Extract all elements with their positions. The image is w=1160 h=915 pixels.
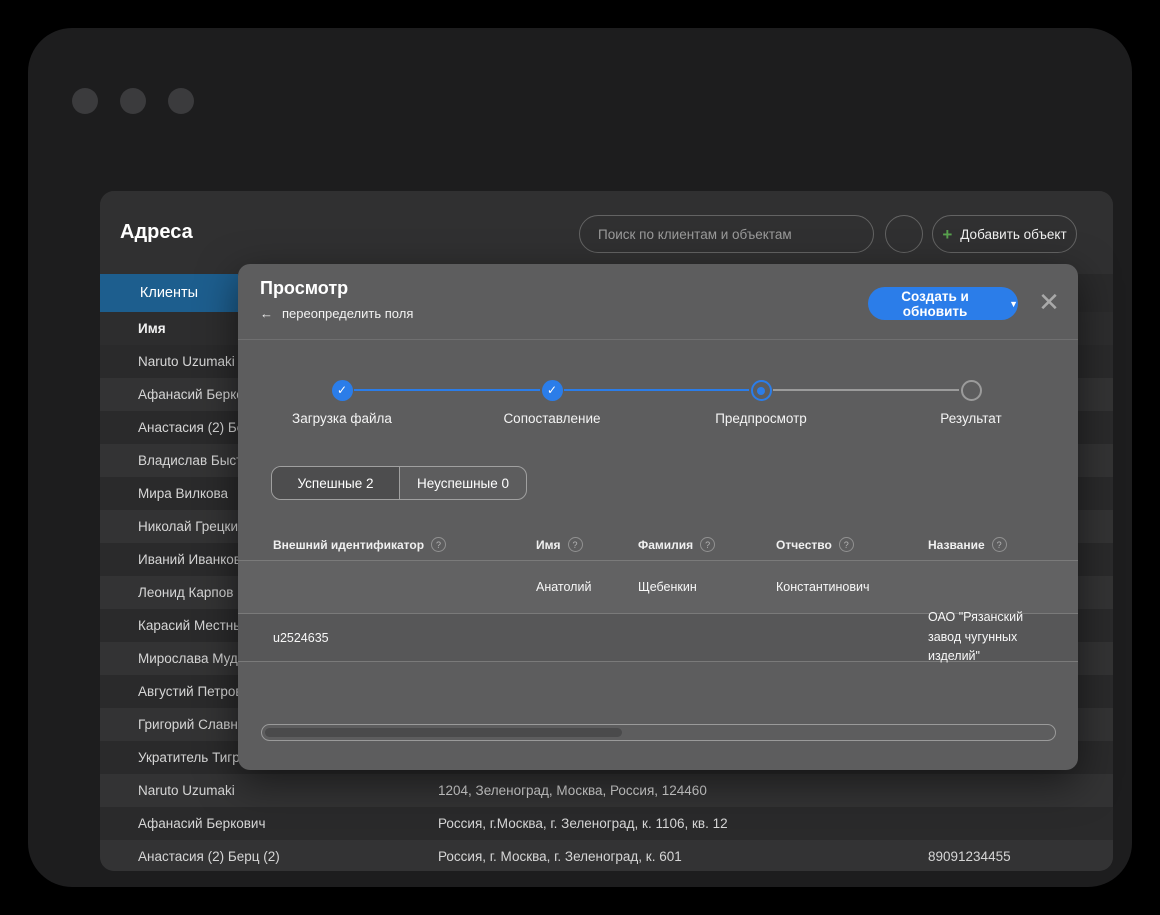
search-input[interactable]	[579, 215, 874, 253]
client-name-cell: Григорий Славны	[138, 717, 248, 732]
add-object-button[interactable]: + Добавить объект	[932, 215, 1077, 253]
help-icon[interactable]: ?	[839, 537, 854, 552]
result-tabs: Успешные 2Неуспешные 0	[271, 466, 527, 500]
back-arrow-icon: ←	[260, 306, 273, 321]
tab-successful[interactable]: Успешные 2	[272, 467, 399, 499]
preview-cell: ОАО "Рязанский завод чугунных изделий"	[928, 614, 1056, 661]
preview-column-label: Фамилия	[638, 538, 693, 552]
current-step-icon	[751, 380, 772, 401]
help-icon[interactable]: ?	[700, 537, 715, 552]
client-name-cell: Владислав Быстр	[138, 453, 250, 468]
preview-cell: Анатолий	[536, 561, 591, 613]
preview-column-label: Внешний идентификатор	[273, 538, 424, 552]
preview-column-header: Отчество?	[776, 528, 854, 561]
modal-title: Просмотр	[260, 278, 348, 299]
client-name-cell: Николай Грецкий	[138, 519, 246, 534]
client-name-cell: Укратитель Тигро	[138, 750, 247, 765]
redefine-fields-link[interactable]: ← переопределить поля	[260, 306, 413, 321]
step-label: Сопоставление	[472, 411, 632, 426]
client-name-cell: Naruto Uzumaki	[138, 354, 235, 369]
preview-table: Внешний идентификатор?Имя?Фамилия?Отчест…	[238, 528, 1078, 662]
client-name-cell: Мира Вилкова	[138, 486, 228, 501]
preview-column-header: Внешний идентификатор?	[273, 528, 446, 561]
horizontal-scrollbar[interactable]	[261, 724, 1056, 741]
window-frame: Адреса + Добавить объект Клиенты Имя Nar…	[28, 28, 1132, 887]
client-address-cell: Россия, г. Москва, г. Зеленоград, к. 601	[438, 849, 682, 864]
client-name-cell: Леонид Карпов	[138, 585, 233, 600]
step-label: Предпросмотр	[681, 411, 841, 426]
wizard-step[interactable]: ✓ Загрузка файла	[262, 380, 422, 426]
check-icon: ✓	[542, 380, 563, 401]
app-header: Адреса + Добавить объект	[100, 191, 1113, 274]
client-name-cell: Иваний Иванков	[138, 552, 241, 567]
preview-table-body: Анатолий Щебенкин Константинович u2524635 ОА…	[238, 561, 1078, 662]
circle-button[interactable]	[885, 215, 923, 253]
preview-column-header: Фамилия?	[638, 528, 715, 561]
wizard-step[interactable]: Результат	[891, 380, 1051, 426]
close-icon[interactable]: ✕	[1036, 290, 1062, 316]
tab-unsuccessful[interactable]: Неуспешные 0	[399, 467, 526, 499]
check-icon: ✓	[332, 380, 353, 401]
window-control-icon[interactable]	[72, 88, 98, 114]
client-name-cell: Карасий Местны	[138, 618, 243, 633]
preview-column-label: Имя	[536, 538, 561, 552]
create-and-update-label: Создать и обновить	[868, 289, 1002, 319]
client-name-cell: Naruto Uzumaki	[138, 783, 235, 798]
preview-column-header: Название?	[928, 528, 1007, 561]
wizard-step[interactable]: Предпросмотр	[681, 380, 841, 426]
preview-table-header: Внешний идентификатор?Имя?Фамилия?Отчест…	[238, 528, 1078, 561]
window-control-icon[interactable]	[168, 88, 194, 114]
preview-cell: Щебенкин	[638, 561, 697, 613]
upcoming-step-icon	[961, 380, 982, 401]
redefine-fields-label: переопределить поля	[282, 306, 413, 321]
add-object-label: Добавить объект	[960, 227, 1066, 242]
window-controls	[72, 88, 194, 114]
client-name-cell: Афанасий Беркович	[138, 816, 266, 831]
window-control-icon[interactable]	[120, 88, 146, 114]
client-name-cell: Августий Петров	[138, 684, 243, 699]
page-title: Адреса	[120, 221, 193, 244]
client-phone-cell: 89091234455	[928, 849, 1011, 864]
table-row[interactable]: Афанасий Беркович Россия, г.Москва, г. Зе…	[100, 807, 1113, 840]
preview-column-label: Отчество	[776, 538, 832, 552]
client-address-cell: Россия, г.Москва, г. Зеленоград, к. 1106…	[438, 816, 728, 831]
table-row[interactable]: Анастасия (2) Берц (2) Россия, г. Москва,…	[100, 840, 1113, 871]
client-address-cell: 1204, Зеленоград, Москва, Россия, 124460	[438, 783, 707, 798]
preview-column-header: Имя?	[536, 528, 583, 561]
preview-table-row[interactable]: u2524635 ОАО "Рязанский завод чугунных из…	[238, 614, 1078, 662]
client-name-cell: Анастасия (2) Берц (2)	[138, 849, 280, 864]
create-and-update-button[interactable]: Создать и обновить ▼	[868, 287, 1018, 320]
preview-column-label: Название	[928, 538, 985, 552]
chevron-down-icon: ▼	[1009, 299, 1018, 309]
tab-clients[interactable]: Клиенты	[100, 274, 238, 312]
scrollbar-thumb[interactable]	[265, 728, 622, 737]
preview-table-row[interactable]: Анатолий Щебенкин Константинович	[238, 561, 1078, 614]
preview-cell: Константинович	[776, 561, 870, 613]
help-icon[interactable]: ?	[992, 537, 1007, 552]
import-preview-modal: Просмотр ← переопределить поля Создать и…	[238, 264, 1078, 770]
plus-icon: +	[942, 226, 952, 243]
modal-header: Просмотр ← переопределить поля Создать и…	[238, 264, 1078, 340]
table-row[interactable]: Naruto Uzumaki 1204, Зеленоград, Москва, …	[100, 774, 1113, 807]
step-label: Результат	[891, 411, 1051, 426]
preview-cell: u2524635	[273, 614, 329, 661]
client-name-cell: Мирослава Мудр	[138, 651, 245, 666]
wizard-step[interactable]: ✓ Сопоставление	[472, 380, 632, 426]
wizard-stepper: ✓ Загрузка файла ✓ Сопоставление Предпросмот…	[238, 340, 1078, 450]
help-icon[interactable]: ?	[431, 537, 446, 552]
step-label: Загрузка файла	[262, 411, 422, 426]
name-column-header: Имя	[138, 321, 166, 336]
help-icon[interactable]: ?	[568, 537, 583, 552]
